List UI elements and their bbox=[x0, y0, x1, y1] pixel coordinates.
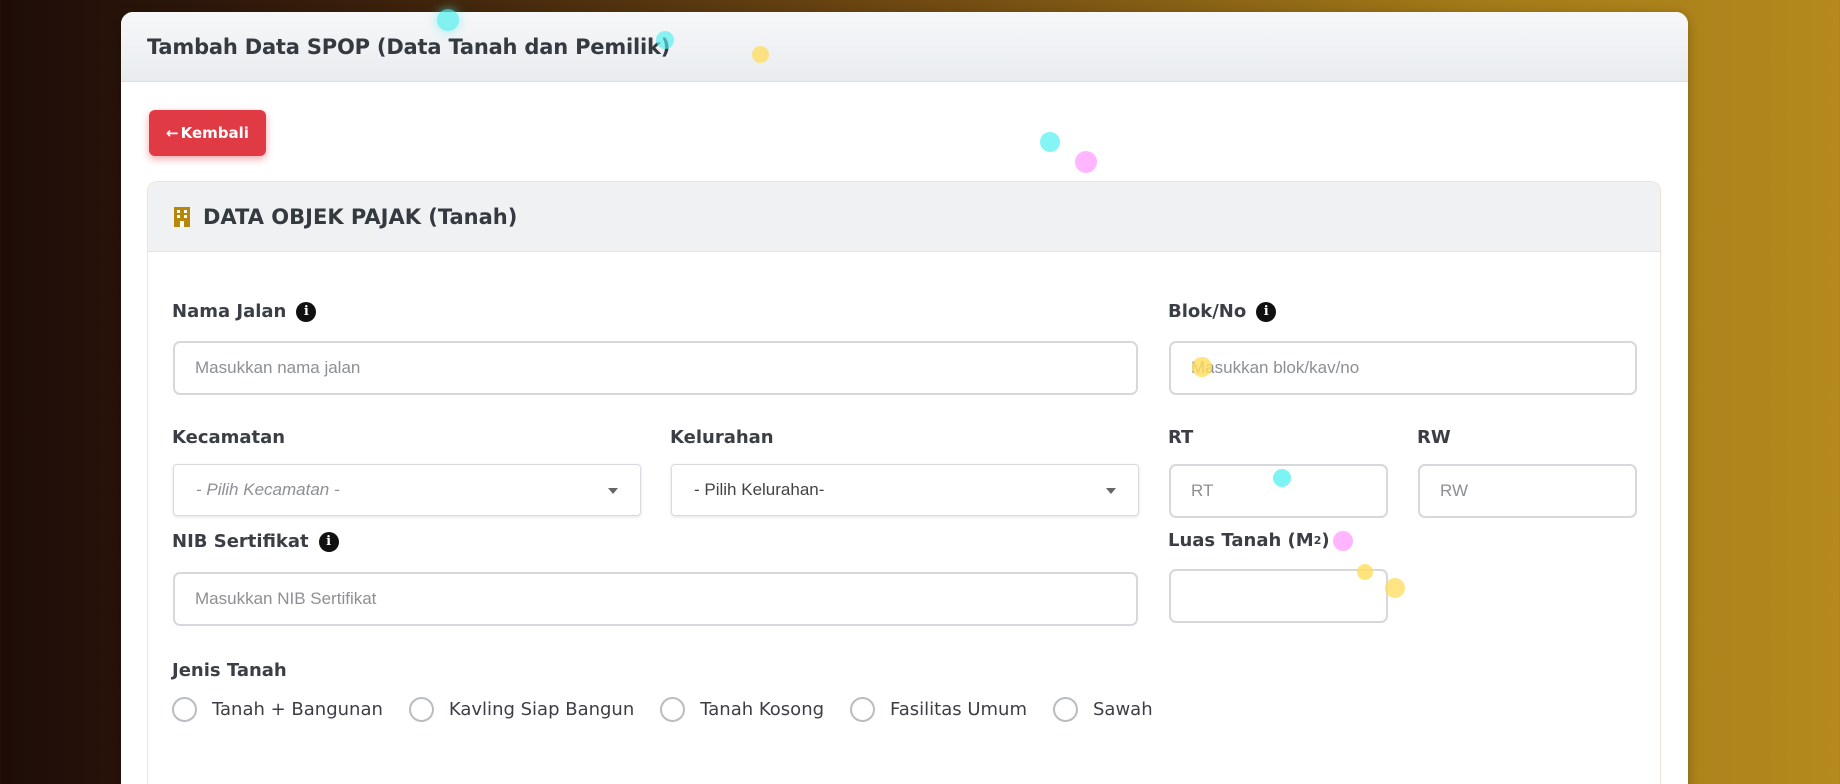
kelurahan-selected: - Pilih Kelurahan- bbox=[694, 480, 825, 499]
nib-sertifikat-label-text: NIB Sertifikat bbox=[172, 531, 309, 552]
radio-label: Tanah Kosong bbox=[700, 699, 825, 720]
luas-tanah-label-text: Luas Tanah (M bbox=[1168, 530, 1314, 551]
rt-label-text: RT bbox=[1168, 427, 1194, 448]
section-title: DATA OBJEK PAJAK (Tanah) bbox=[203, 204, 518, 229]
page-header: Tambah Data SPOP (Data Tanah dan Pemilik… bbox=[121, 12, 1688, 82]
radio-sawah[interactable]: Sawah bbox=[1052, 697, 1153, 722]
blok-no-label-text: Blok/No bbox=[1168, 301, 1247, 322]
luas-tanah-label: Luas Tanah (M 2) bbox=[1168, 530, 1330, 551]
nama-jalan-input[interactable] bbox=[173, 341, 1138, 395]
info-icon[interactable]: i bbox=[1256, 301, 1277, 322]
jenis-tanah-label-text: Jenis Tanah bbox=[172, 660, 287, 681]
kecamatan-label: Kecamatan bbox=[172, 427, 285, 448]
radio-fasilitas-umum[interactable]: Fasilitas Umum bbox=[850, 697, 1027, 722]
rw-label-text: RW bbox=[1417, 427, 1451, 448]
chevron-down-icon bbox=[1106, 488, 1116, 494]
arrow-left-icon: ← bbox=[166, 124, 179, 142]
section-header: DATA OBJEK PAJAK (Tanah) bbox=[148, 182, 1660, 252]
jenis-tanah-label: Jenis Tanah bbox=[172, 660, 287, 681]
kelurahan-label-text: Kelurahan bbox=[670, 427, 774, 448]
nama-jalan-label: Nama Jalan i bbox=[172, 301, 317, 322]
radio-label: Tanah + Bangunan bbox=[212, 699, 383, 720]
luas-tanah-input[interactable] bbox=[1169, 569, 1388, 623]
back-button[interactable]: ← Kembali bbox=[149, 110, 266, 156]
radio-label: Fasilitas Umum bbox=[890, 699, 1027, 720]
kecamatan-selected: - Pilih Kecamatan - bbox=[196, 480, 340, 499]
nib-sertifikat-input[interactable] bbox=[173, 572, 1138, 626]
info-icon[interactable]: i bbox=[296, 301, 317, 322]
luas-tanah-label-end: ) bbox=[1321, 530, 1330, 551]
page-card: Tambah Data SPOP (Data Tanah dan Pemilik… bbox=[121, 12, 1688, 784]
jenis-tanah-radio-group: Tanah + Bangunan Kavling Siap Bangun Tan… bbox=[172, 697, 1179, 722]
luas-tanah-label-sup: 2 bbox=[1313, 534, 1322, 547]
blok-no-input[interactable] bbox=[1169, 341, 1637, 395]
info-icon[interactable]: i bbox=[318, 531, 339, 552]
building-icon bbox=[173, 206, 191, 227]
kecamatan-label-text: Kecamatan bbox=[172, 427, 286, 448]
nib-sertifikat-label: NIB Sertifikat i bbox=[172, 531, 339, 552]
radio-tanah-bangunan[interactable]: Tanah + Bangunan bbox=[172, 697, 383, 722]
rt-input[interactable] bbox=[1169, 464, 1388, 518]
page-title: Tambah Data SPOP (Data Tanah dan Pemilik… bbox=[147, 34, 671, 59]
chevron-down-icon bbox=[608, 488, 618, 494]
radio-circle[interactable] bbox=[408, 697, 434, 722]
kelurahan-label: Kelurahan bbox=[670, 427, 774, 448]
radio-circle[interactable] bbox=[172, 697, 197, 722]
rw-input[interactable] bbox=[1418, 464, 1637, 518]
rw-label: RW bbox=[1417, 427, 1451, 448]
radio-label: Kavling Siap Bangun bbox=[448, 699, 635, 720]
section-card-data-objek-pajak: DATA OBJEK PAJAK (Tanah) Nama Jalan i Bl… bbox=[147, 181, 1661, 784]
radio-circle[interactable] bbox=[1052, 697, 1078, 722]
radio-circle[interactable] bbox=[660, 697, 686, 722]
radio-kavling-siap-bangun[interactable]: Kavling Siap Bangun bbox=[408, 697, 635, 722]
nama-jalan-label-text: Nama Jalan bbox=[172, 301, 287, 322]
radio-tanah-kosong[interactable]: Tanah Kosong bbox=[660, 697, 824, 722]
kelurahan-select[interactable]: - Pilih Kelurahan- bbox=[671, 464, 1139, 516]
back-button-label: Kembali bbox=[180, 124, 249, 142]
radio-label: Sawah bbox=[1092, 699, 1153, 720]
blok-no-label: Blok/No i bbox=[1168, 301, 1277, 322]
rt-label: RT bbox=[1168, 427, 1193, 448]
kecamatan-select[interactable]: - Pilih Kecamatan - bbox=[173, 464, 641, 516]
radio-circle[interactable] bbox=[850, 697, 876, 722]
